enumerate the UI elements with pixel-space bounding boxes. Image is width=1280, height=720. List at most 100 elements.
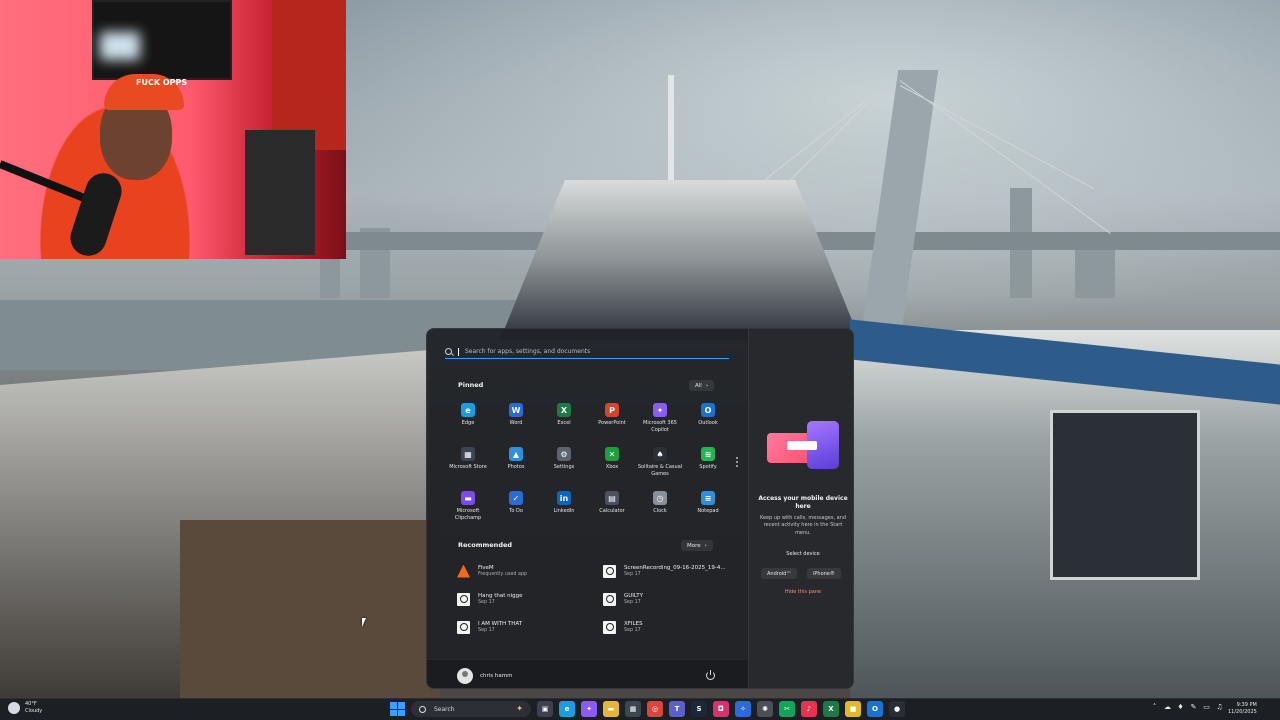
pinned-app-label: Word bbox=[509, 420, 523, 426]
windows-start-button[interactable] bbox=[389, 701, 405, 717]
taskbar-search-label: Search bbox=[434, 705, 455, 713]
pinned-app[interactable]: ▦ Microsoft Store bbox=[444, 447, 492, 485]
android-button[interactable]: Android™ bbox=[761, 568, 798, 579]
pinned-app-label: Notepad bbox=[697, 508, 719, 514]
yacht-mast bbox=[668, 75, 674, 185]
start-main-pane: Search for apps, settings, and documents… bbox=[427, 329, 748, 688]
onedrive-icon[interactable]: ☁ bbox=[1163, 702, 1172, 711]
calculator-icon: ▤ bbox=[605, 491, 619, 505]
taskbar-search[interactable]: Search ✦ bbox=[411, 701, 531, 717]
hide-pane-link[interactable]: Hide this pane bbox=[757, 589, 849, 595]
copilot-icon[interactable]: ✦ bbox=[581, 701, 597, 717]
sticky-notes-icon[interactable]: ■ bbox=[845, 701, 861, 717]
excel-icon[interactable]: X bbox=[823, 701, 839, 717]
power-icon[interactable] bbox=[706, 670, 715, 680]
word-icon: W bbox=[509, 403, 523, 417]
phone-link-title: Access your mobile device here bbox=[758, 495, 848, 511]
chatgpt-icon[interactable]: ✺ bbox=[757, 701, 773, 717]
phone-link-pane: Access your mobile device here Keep up w… bbox=[748, 329, 853, 688]
recommended-item[interactable]: Hang that nigge Sep 17 bbox=[457, 591, 603, 607]
recommended-subtitle: Sep 17 bbox=[478, 600, 495, 606]
steam-icon[interactable]: S bbox=[691, 701, 707, 717]
chevron-up-icon[interactable]: ˄ bbox=[1150, 702, 1159, 711]
chrome-icon[interactable]: ◎ bbox=[647, 701, 663, 717]
weather-widget[interactable]: 40°F Cloudy bbox=[8, 701, 42, 714]
recommended-text: XFILES Sep 17 bbox=[624, 621, 643, 634]
pen-icon[interactable]: ✎ bbox=[1189, 702, 1198, 711]
pinned-apps-grid: e Edge W Word X Excel P PowerPoint ✦ Microsoft 36… bbox=[444, 403, 734, 529]
pinned-app[interactable]: ≋ Spotify bbox=[684, 447, 732, 485]
file-icon bbox=[457, 620, 470, 634]
iphone-button[interactable]: iPhone® bbox=[807, 568, 841, 579]
webcam-overlay: FUCK OPPS bbox=[0, 0, 346, 259]
teams-icon[interactable]: T bbox=[669, 701, 685, 717]
pinned-app-label: Spotify bbox=[699, 464, 717, 470]
clock-time: 9:39 PM bbox=[1236, 702, 1257, 708]
more-button[interactable]: More › bbox=[681, 540, 713, 551]
obs-icon[interactable]: ● bbox=[889, 701, 905, 717]
pinned-app[interactable]: ✓ To Do bbox=[492, 491, 540, 529]
cap-text: FUCK OPPS bbox=[136, 78, 188, 87]
pinned-app[interactable]: ▤ Calculator bbox=[588, 491, 636, 529]
user-account-button[interactable]: chris hamm bbox=[457, 668, 512, 684]
pinned-app[interactable]: ≡ Notepad bbox=[684, 491, 732, 529]
pinned-app-label: Outlook bbox=[698, 420, 718, 426]
task-view-icon[interactable]: ▣ bbox=[537, 701, 553, 717]
pinned-app[interactable]: ◷ Clock bbox=[636, 491, 684, 529]
pinned-app[interactable]: X Excel bbox=[540, 403, 588, 441]
select-device-label: Select device bbox=[786, 551, 820, 557]
excel-icon: X bbox=[557, 403, 571, 417]
pinned-app[interactable]: P PowerPoint bbox=[588, 403, 636, 441]
pinned-app[interactable]: O Outlook bbox=[684, 403, 732, 441]
todo-icon: ✓ bbox=[509, 491, 523, 505]
gear-icon: ⚙ bbox=[557, 447, 571, 461]
text-caret bbox=[458, 347, 459, 356]
start-search-input[interactable]: Search for apps, settings, and documents bbox=[445, 345, 729, 359]
solitaire-icon: ♠ bbox=[653, 447, 667, 461]
recommended-item[interactable]: I AM WITH THAT Sep 17 bbox=[457, 619, 603, 635]
copilot-icon: ✦ bbox=[653, 403, 667, 417]
pinned-app[interactable]: ⚙ Settings bbox=[540, 447, 588, 485]
clock[interactable]: 9:39 PM 11/20/2025 bbox=[1228, 702, 1257, 716]
pinned-app[interactable]: e Edge bbox=[444, 403, 492, 441]
taskbar: 40°F Cloudy Search ✦ ▣ e ✦ ▬ ▦ ◎ T S ◘ ✧ ✺ ✂ ♪ X ■ O ● ˄… bbox=[0, 698, 1280, 720]
pinned-app[interactable]: ✕ Xbox bbox=[588, 447, 636, 485]
display-icon[interactable]: ▭ bbox=[1202, 702, 1211, 711]
fivem-icon bbox=[457, 564, 470, 578]
recommended-text: Hang that nigge Sep 17 bbox=[478, 593, 523, 606]
file-explorer-icon[interactable]: ▬ bbox=[603, 701, 619, 717]
pinned-app[interactable]: ♠ Solitaire & Casual Games bbox=[636, 447, 684, 485]
recommended-item[interactable]: GUILTY Sep 17 bbox=[603, 591, 737, 607]
pinned-app[interactable]: in LinkedIn bbox=[540, 491, 588, 529]
pinned-app[interactable]: ✦ Microsoft 365 Copilot bbox=[636, 403, 684, 441]
pinned-app[interactable]: ▬ Microsoft Clipchamp bbox=[444, 491, 492, 529]
recommended-item[interactable]: ScreenRecording_09-16-2025_19-4... Sep 17 bbox=[603, 563, 737, 579]
copilot-app-icon[interactable]: ✧ bbox=[735, 701, 751, 717]
volume-icon[interactable]: ♫ bbox=[1215, 702, 1224, 711]
wall-poster bbox=[272, 0, 346, 150]
pinned-app[interactable]: W Word bbox=[492, 403, 540, 441]
file-icon bbox=[603, 564, 616, 578]
ship-deck-right bbox=[850, 319, 1280, 698]
ship-window bbox=[1050, 410, 1200, 580]
edge-icon[interactable]: e bbox=[559, 701, 575, 717]
tiktok-icon[interactable]: ♪ bbox=[801, 701, 817, 717]
store-icon[interactable]: ▦ bbox=[625, 701, 641, 717]
microphone-icon[interactable]: ♦ bbox=[1176, 702, 1185, 711]
pinned-app-label: Microsoft Store bbox=[449, 464, 487, 470]
pinned-app[interactable]: ▲ Photos bbox=[492, 447, 540, 485]
recommended-item[interactable]: FiveM Frequently used app bbox=[457, 563, 603, 579]
cloud-icon bbox=[8, 701, 20, 714]
capcut-icon[interactable]: ✂ bbox=[779, 701, 795, 717]
recommended-subtitle: Sep 17 bbox=[478, 628, 495, 634]
recommended-item[interactable]: XFILES Sep 17 bbox=[603, 619, 737, 635]
pinned-app-label: To Do bbox=[509, 508, 523, 514]
all-apps-button[interactable]: All › bbox=[689, 380, 715, 391]
wooden-deck bbox=[180, 520, 440, 698]
instagram-icon[interactable]: ◘ bbox=[713, 701, 729, 717]
photos-icon: ▲ bbox=[509, 447, 523, 461]
clipchamp-icon: ▬ bbox=[461, 491, 475, 505]
pinned-app-label: Edge bbox=[461, 420, 475, 426]
chevron-right-icon: › bbox=[704, 542, 707, 549]
outlook-icon[interactable]: O bbox=[867, 701, 883, 717]
